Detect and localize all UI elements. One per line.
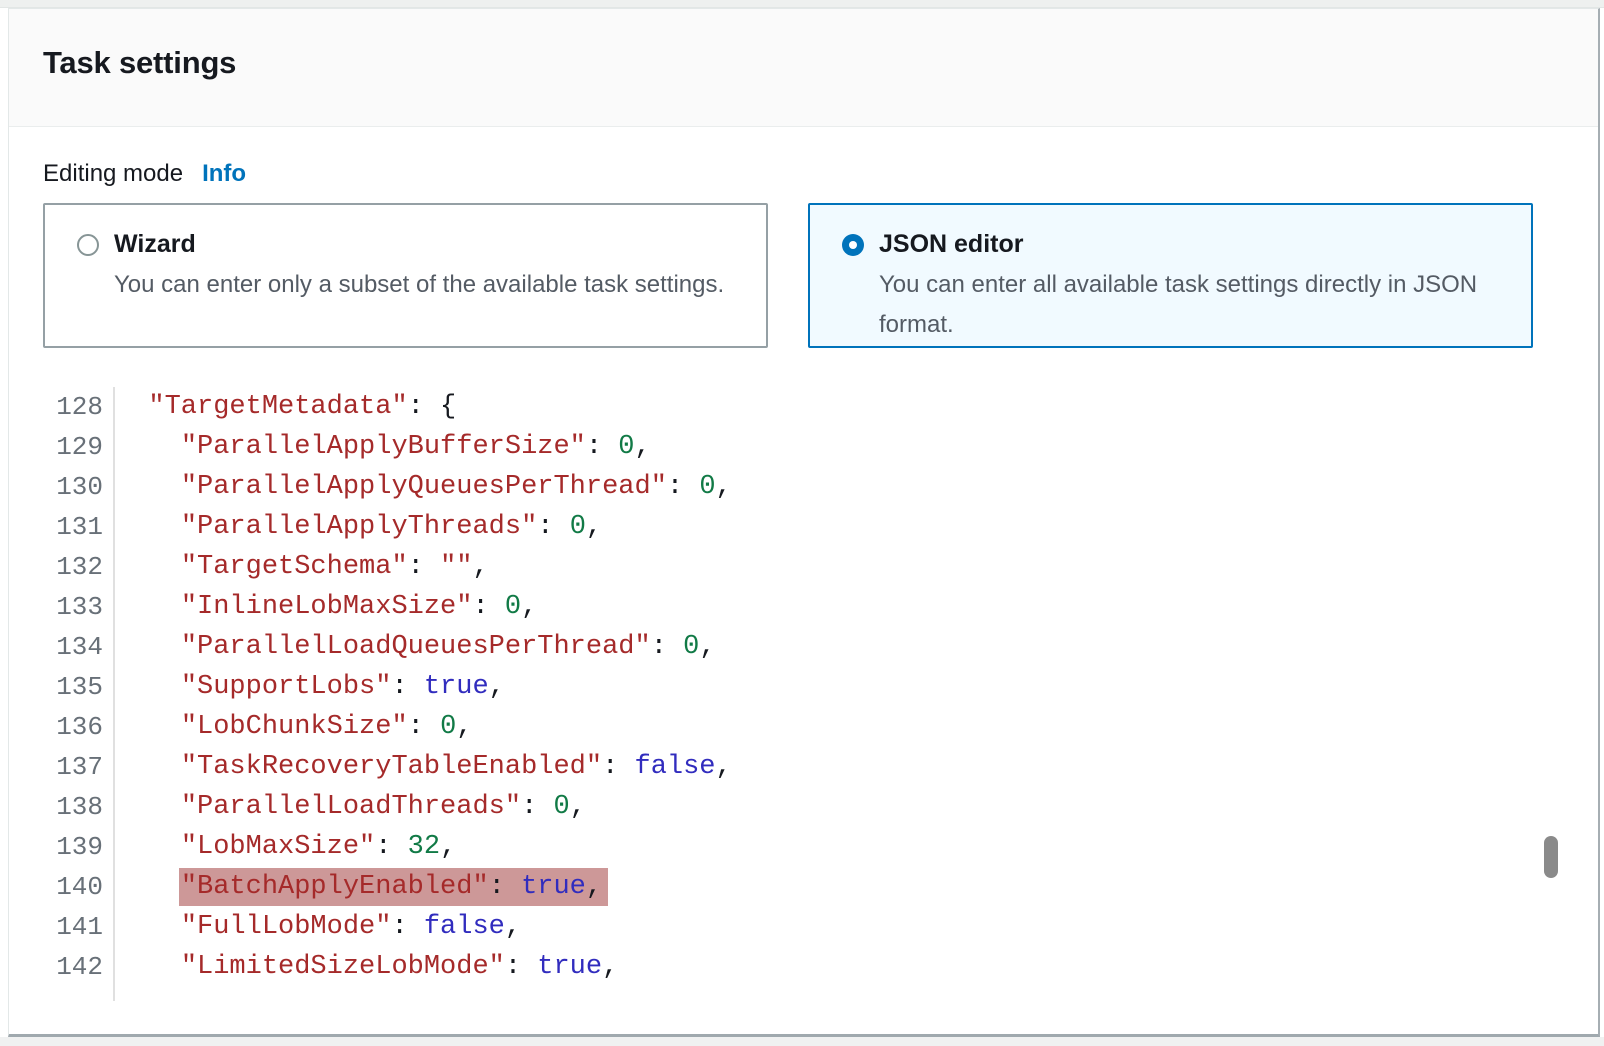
code-line[interactable]: 136 "LobChunkSize": 0, xyxy=(43,707,1533,747)
line-number: 137 xyxy=(43,747,115,787)
code-line[interactable]: 134 "ParallelLoadQueuesPerThread": 0, xyxy=(43,627,1533,667)
line-number: 140 xyxy=(43,867,115,907)
code-text[interactable]: "ParallelApplyThreads": 0, xyxy=(115,507,1533,547)
line-number: 142 xyxy=(43,947,115,987)
code-line[interactable]: 138 "ParallelLoadThreads": 0, xyxy=(43,787,1533,827)
code-line[interactable]: 131 "ParallelApplyThreads": 0, xyxy=(43,507,1533,547)
json-code-editor[interactable]: 128 "TargetMetadata": {129 "ParallelAppl… xyxy=(43,387,1533,1001)
code-text[interactable]: "ParallelLoadQueuesPerThread": 0, xyxy=(115,627,1533,667)
line-number: 133 xyxy=(43,587,115,627)
editor-tail xyxy=(43,987,1533,1001)
scrollbar-thumb[interactable] xyxy=(1544,836,1558,878)
line-number: 135 xyxy=(43,667,115,707)
code-line[interactable]: 128 "TargetMetadata": { xyxy=(43,387,1533,427)
line-number: 131 xyxy=(43,507,115,547)
code-text[interactable]: "TargetMetadata": { xyxy=(115,387,1533,427)
line-number: 132 xyxy=(43,547,115,587)
code-text[interactable]: "ParallelApplyQueuesPerThread": 0, xyxy=(115,467,1533,507)
code-text[interactable]: "ParallelApplyBufferSize": 0, xyxy=(115,427,1533,467)
line-number: 129 xyxy=(43,427,115,467)
editing-mode-tiles: Wizard You can enter only a subset of th… xyxy=(43,203,1533,348)
code-text[interactable]: "LobMaxSize": 32, xyxy=(115,827,1533,867)
code-line[interactable]: 142 "LimitedSizeLobMode": true, xyxy=(43,947,1533,987)
code-line[interactable]: 130 "ParallelApplyQueuesPerThread": 0, xyxy=(43,467,1533,507)
task-settings-card: Task settings Editing mode Info Wizard Y… xyxy=(8,8,1600,1037)
code-text[interactable]: "BatchApplyEnabled": true, xyxy=(115,867,1533,907)
tile-json-editor-description: You can enter all available task setting… xyxy=(879,265,1503,345)
tile-json-editor[interactable]: JSON editor You can enter all available … xyxy=(808,203,1533,348)
code-line[interactable]: 139 "LobMaxSize": 32, xyxy=(43,827,1533,867)
tile-wizard-label: Wizard xyxy=(114,230,196,259)
code-line[interactable]: 129 "ParallelApplyBufferSize": 0, xyxy=(43,427,1533,467)
line-number: 138 xyxy=(43,787,115,827)
card-header: Task settings xyxy=(9,9,1598,127)
code-line[interactable]: 140 "BatchApplyEnabled": true, xyxy=(43,867,1533,907)
code-line[interactable]: 132 "TargetSchema": "", xyxy=(43,547,1533,587)
tile-wizard-description: You can enter only a subset of the avail… xyxy=(114,265,738,305)
page-title: Task settings xyxy=(43,45,1598,81)
line-number: 139 xyxy=(43,827,115,867)
editing-mode-row: Editing mode Info xyxy=(43,160,1533,188)
bottom-strip xyxy=(0,1037,1604,1046)
radio-icon[interactable] xyxy=(842,234,864,256)
code-text[interactable]: "InlineLobMaxSize": 0, xyxy=(115,587,1533,627)
top-divider-strip xyxy=(0,0,1604,8)
editing-mode-label: Editing mode xyxy=(43,160,183,188)
code-text[interactable]: "ParallelLoadThreads": 0, xyxy=(115,787,1533,827)
code-text[interactable]: "LimitedSizeLobMode": true, xyxy=(115,947,1533,987)
code-text[interactable]: "SupportLobs": true, xyxy=(115,667,1533,707)
code-line[interactable]: 137 "TaskRecoveryTableEnabled": false, xyxy=(43,747,1533,787)
code-text[interactable]: "FullLobMode": false, xyxy=(115,907,1533,947)
line-number: 128 xyxy=(43,387,115,427)
info-link[interactable]: Info xyxy=(202,160,246,188)
highlighted-code: "BatchApplyEnabled": true, xyxy=(179,868,608,906)
line-number: 141 xyxy=(43,907,115,947)
tile-wizard[interactable]: Wizard You can enter only a subset of th… xyxy=(43,203,768,348)
code-text[interactable]: "TargetSchema": "", xyxy=(115,547,1533,587)
tile-wizard-head: Wizard xyxy=(77,230,738,259)
code-text[interactable]: "TaskRecoveryTableEnabled": false, xyxy=(115,747,1533,787)
code-line[interactable]: 133 "InlineLobMaxSize": 0, xyxy=(43,587,1533,627)
line-number: 136 xyxy=(43,707,115,747)
line-number: 134 xyxy=(43,627,115,667)
code-line[interactable]: 141 "FullLobMode": false, xyxy=(43,907,1533,947)
line-number: 130 xyxy=(43,467,115,507)
code-line[interactable]: 135 "SupportLobs": true, xyxy=(43,667,1533,707)
tile-json-editor-label: JSON editor xyxy=(879,230,1023,259)
code-text[interactable]: "LobChunkSize": 0, xyxy=(115,707,1533,747)
card-content: Editing mode Info Wizard You can enter o… xyxy=(9,160,1598,1001)
tile-json-editor-head: JSON editor xyxy=(842,230,1503,259)
radio-icon[interactable] xyxy=(77,234,99,256)
